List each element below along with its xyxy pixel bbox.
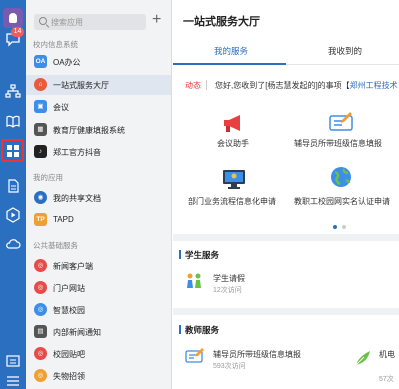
service-student-leave[interactable]: 学生请假	[213, 273, 245, 284]
left-rail: 14	[0, 0, 26, 389]
book-icon[interactable]	[5, 113, 21, 129]
news-icon: ◎	[34, 259, 47, 272]
qrcode-icon: ▦	[34, 123, 47, 136]
mechanical-icon	[355, 351, 370, 366]
app-item-label: 一站式服务大厅	[53, 81, 109, 90]
menu-icon[interactable]	[5, 353, 21, 369]
notice-icon: ▤	[34, 325, 47, 338]
app-item-campus-forum[interactable]: ◎ 校园贴吧	[26, 344, 171, 364]
app-item-label: OA办公	[53, 58, 81, 67]
app-item-tapd[interactable]: TP TAPD	[26, 210, 171, 230]
carousel-dot[interactable]	[342, 225, 346, 229]
apps-grid-icon[interactable]	[5, 143, 21, 159]
notice-text: 您好,您收到了[杨志慧发起的]的事项【郑州工程技术	[215, 81, 398, 90]
avatar-icon[interactable]	[3, 8, 23, 28]
app-item-label: 内部新闻通知	[53, 328, 101, 337]
app-item-label: 我的共享文档	[53, 194, 101, 203]
oa-icon: OA	[34, 55, 47, 68]
app-item-label: 教育厅健康填报系统	[53, 126, 125, 135]
app-item-health-report[interactable]: ▦ 教育厅健康填报系统	[26, 120, 171, 140]
app-item-label: 智慧校园	[53, 306, 85, 315]
tapd-icon: TP	[34, 213, 47, 226]
carousel-dots[interactable]	[333, 222, 351, 231]
app-item-oa[interactable]: OA OA办公	[26, 52, 171, 72]
campus-icon: ◎	[34, 303, 47, 316]
unread-badge: 14	[11, 27, 24, 37]
app-item-label: 门户网站	[53, 284, 85, 293]
meeting-icon: ▣	[34, 100, 47, 113]
pencil-card-icon	[185, 348, 204, 363]
search-box[interactable]: 搜索应用	[34, 14, 146, 30]
shared-docs-icon: ◉	[34, 191, 47, 204]
app-item-label: 校园贴吧	[53, 350, 85, 359]
service-visits: 57次	[379, 376, 394, 383]
service-counselor-report[interactable]: 辅导员所带班级信息填报	[213, 349, 301, 360]
page-title: 一站式服务大厅	[183, 16, 260, 28]
section-title-campus: 校内信息系统	[33, 40, 78, 49]
tab-my-services[interactable]: 我的服务	[214, 45, 248, 57]
org-icon[interactable]	[5, 83, 21, 99]
notice-divider	[206, 80, 207, 90]
app-item-douyin[interactable]: ♪ 郑工官方抖音	[26, 142, 171, 162]
app-item-news-client[interactable]: ◎ 新闻客户端	[26, 256, 171, 276]
search-input[interactable]: 搜索应用	[51, 17, 83, 28]
app-item-label: 会议	[53, 103, 69, 112]
globe-icon	[331, 167, 351, 187]
app-list-panel: 搜索应用 + 校内信息系统 OA OA办公 ⌂ 一站式服务大厅 ▣ 会议 ▦ 教…	[26, 0, 172, 389]
notice-tag: 动态	[185, 81, 201, 90]
active-tab-indicator	[173, 63, 286, 65]
cloud-icon[interactable]	[5, 236, 21, 252]
grid-label-meeting-assistant[interactable]: 会议助手	[217, 138, 249, 149]
tab-bar: 我的服务 我收到的	[173, 35, 399, 65]
app-item-label: 失物招领	[53, 372, 85, 381]
settings-icon[interactable]	[5, 372, 21, 388]
portal-icon: ◎	[34, 281, 47, 294]
app-item-portal[interactable]: ◎ 门户网站	[26, 278, 171, 298]
lost-found-icon: ◎	[34, 369, 47, 382]
service-mechanical[interactable]: 机电	[379, 349, 395, 360]
app-item-label: 郑工官方抖音	[53, 148, 101, 157]
app-item-smart-campus[interactable]: ◎ 智慧校园	[26, 300, 171, 320]
app-item-meeting[interactable]: ▣ 会议	[26, 97, 171, 117]
tab-received[interactable]: 我收到的	[328, 45, 362, 57]
app-item-label: 新闻客户端	[53, 262, 93, 271]
notice-link[interactable]: 郑州工程技术	[350, 81, 398, 90]
section-title-my-apps: 我的应用	[33, 173, 63, 182]
play-icon[interactable]	[5, 207, 21, 223]
carousel-dot-active[interactable]	[333, 225, 337, 229]
section-divider	[173, 234, 399, 241]
app-item-lost-found[interactable]: ◎ 失物招领	[26, 366, 171, 386]
monitor-icon	[223, 170, 245, 189]
main-content: 一站式服务大厅 我的服务 我收到的 动态 您好,您收到了[杨志慧发起的]的事项【…	[173, 0, 399, 389]
forum-icon: ◎	[34, 347, 47, 360]
section-divider	[173, 308, 399, 315]
search-icon	[39, 17, 47, 25]
douyin-icon: ♪	[34, 145, 47, 158]
app-item-shared-docs[interactable]: ◉ 我的共享文档	[26, 188, 171, 208]
service-visits: 593次访问	[213, 363, 246, 370]
megaphone-icon	[224, 115, 240, 132]
doc-icon[interactable]	[5, 178, 21, 194]
app-item-internal-news[interactable]: ▤ 内部新闻通知	[26, 322, 171, 342]
section-title-public: 公共基础服务	[33, 241, 78, 250]
app-item-label: TAPD	[53, 215, 74, 224]
grid-label-counselor-report[interactable]: 辅导员所带班级信息填报	[294, 138, 382, 149]
add-button[interactable]: +	[152, 11, 161, 29]
service-visits: 12次访问	[213, 287, 242, 294]
grid-label-network-auth[interactable]: 教职工校园网实名认证申请	[294, 196, 390, 207]
app-item-service-hall[interactable]: ⌂ 一站式服务大厅	[26, 75, 171, 95]
students-icon	[187, 273, 201, 288]
pencil-card-icon	[329, 112, 353, 131]
section-title-teacher-services: 教师服务	[178, 325, 220, 335]
home-icon: ⌂	[34, 78, 47, 91]
section-title-student-services: 学生服务	[178, 250, 220, 260]
notice-bar[interactable]: 动态 您好,您收到了[杨志慧发起的]的事项【郑州工程技术	[173, 76, 399, 94]
grid-label-dept-process[interactable]: 部门业务流程信息化申请	[188, 196, 276, 207]
